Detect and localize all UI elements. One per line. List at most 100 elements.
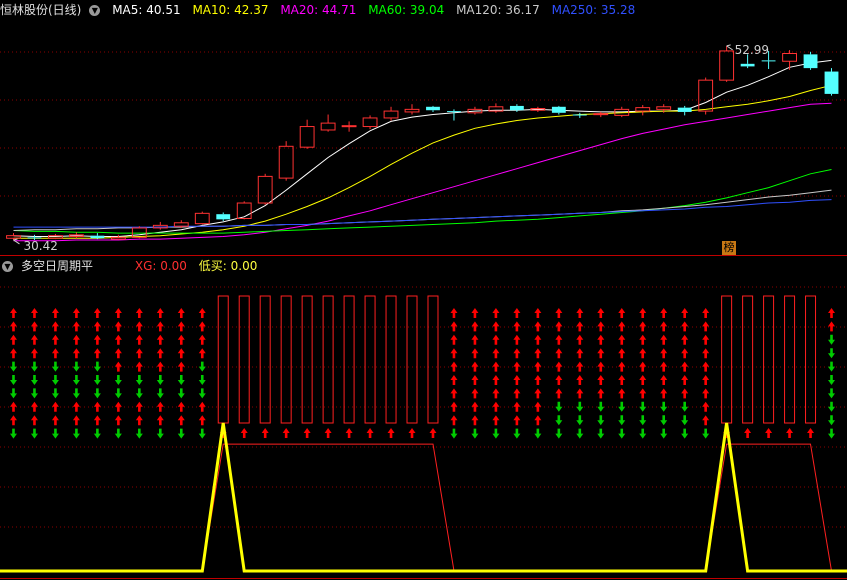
candle-body — [447, 111, 461, 113]
box-marker — [763, 295, 775, 424]
arrow-up — [702, 388, 710, 399]
arrow-down — [9, 361, 17, 372]
arrow-down — [828, 401, 836, 412]
arrow-up — [534, 361, 542, 372]
candle-body — [341, 125, 357, 128]
arrow-up — [555, 375, 563, 385]
arrow-up — [492, 375, 500, 385]
arrow-up — [555, 308, 563, 318]
arrow-up — [513, 388, 521, 399]
arrow-up — [72, 334, 80, 345]
arrow-up — [450, 334, 458, 345]
candle-body — [6, 235, 21, 239]
arrow-down — [660, 415, 668, 426]
arrow-up — [492, 321, 500, 332]
arrow-up — [114, 308, 122, 318]
arrow-up — [597, 348, 605, 359]
arrow-up — [492, 334, 500, 345]
arrow-up — [639, 308, 647, 318]
arrow-up — [597, 334, 605, 345]
arrow-up — [93, 321, 101, 332]
arrow-down — [597, 428, 605, 439]
candle-body — [236, 202, 252, 219]
arrow-up — [597, 388, 605, 399]
candle-body — [740, 63, 755, 67]
arrow-down — [177, 388, 185, 399]
candle-body — [677, 107, 692, 112]
candle-body — [362, 117, 378, 128]
arrow-up — [471, 321, 479, 332]
arrow-up — [51, 401, 59, 412]
arrow-up — [639, 321, 647, 332]
box-marker — [301, 295, 313, 424]
arrow-up — [177, 361, 185, 372]
arrow-up — [702, 415, 710, 426]
arrow-up — [30, 415, 38, 426]
arrow-up — [51, 334, 59, 345]
candle-body — [572, 114, 587, 116]
arrow-up — [93, 308, 101, 318]
arrow-up — [513, 348, 521, 359]
arrow-up — [597, 321, 605, 332]
arrow-up — [198, 401, 206, 412]
candle-body — [635, 107, 651, 112]
arrow-down — [618, 428, 626, 439]
ma10-line — [13, 84, 832, 239]
arrow-up — [135, 348, 143, 359]
arrow-down — [9, 428, 17, 439]
arrow-down — [492, 428, 500, 439]
arrow-up — [534, 334, 542, 345]
arrow-up — [618, 375, 626, 385]
arrow-up — [618, 321, 626, 332]
candle-body — [90, 235, 105, 239]
arrow-up — [702, 361, 710, 372]
candle-body — [278, 145, 294, 179]
arrow-up — [198, 308, 206, 318]
arrow-down — [156, 388, 164, 399]
arrow-up — [807, 428, 815, 438]
arrow-up — [639, 348, 647, 359]
arrow-up — [114, 334, 122, 345]
arrow-down — [555, 401, 563, 412]
arrow-up — [702, 334, 710, 345]
arrow-up — [597, 308, 605, 318]
arrow-up — [639, 388, 647, 399]
arrow-down — [828, 361, 836, 372]
moving-average-lines — [13, 59, 832, 242]
candle-body — [426, 106, 440, 111]
arrow-down — [177, 375, 185, 385]
arrow-up — [660, 308, 668, 318]
arrow-up — [492, 308, 500, 318]
arrow-down — [114, 428, 122, 439]
arrow-up — [471, 415, 479, 426]
arrow-up — [513, 308, 521, 318]
arrow-up — [450, 375, 458, 385]
high-price-label: 52.99 — [735, 43, 769, 57]
arrow-up — [492, 361, 500, 372]
arrow-up — [660, 348, 668, 359]
arrow-up — [639, 361, 647, 372]
arrow-down — [51, 361, 59, 372]
arrow-up — [681, 375, 689, 385]
arrow-up — [51, 321, 59, 332]
arrow-up — [639, 334, 647, 345]
arrow-up — [51, 308, 59, 318]
arrow-up — [660, 334, 668, 345]
arrow-up — [156, 348, 164, 359]
candle-body — [509, 105, 524, 111]
arrow-up — [177, 415, 185, 426]
arrow-up — [597, 361, 605, 372]
arrow-up — [471, 401, 479, 412]
arrow-down — [72, 428, 80, 439]
box-marker — [427, 295, 439, 424]
arrow-down — [639, 415, 647, 426]
rank-badge[interactable]: 榜 — [722, 241, 736, 255]
arrow-down — [660, 428, 668, 439]
arrow-up — [177, 401, 185, 412]
arrow-down — [51, 375, 59, 385]
candle-body — [194, 212, 210, 225]
arrow-up — [513, 375, 521, 385]
arrow-down — [450, 428, 458, 439]
arrow-up — [30, 308, 38, 318]
arrow-up — [765, 428, 773, 438]
